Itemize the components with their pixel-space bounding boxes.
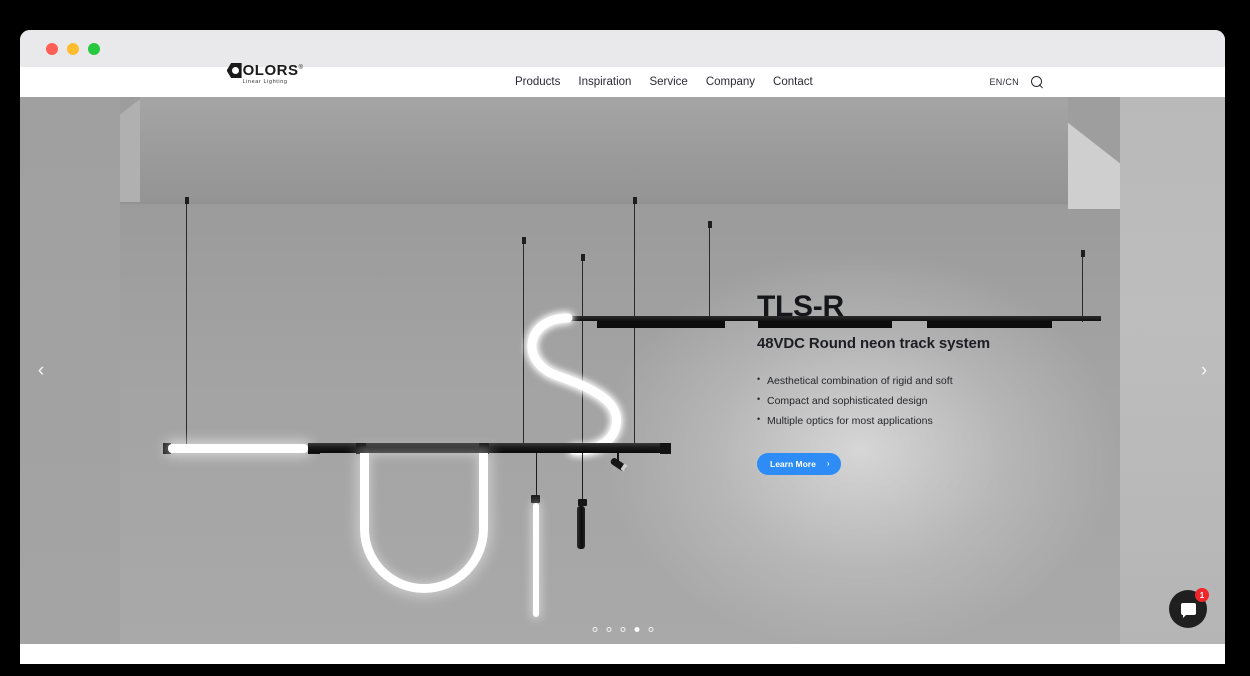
hero-feature-item: Multiple optics for most applications (757, 414, 1067, 427)
chevron-right-icon: › (826, 459, 830, 468)
carousel-dot-3[interactable] (620, 627, 625, 632)
hero-feature-item: Compact and sophisticated design (757, 394, 1067, 407)
hero-feature-item: Aesthetical combination of rigid and sof… (757, 374, 1067, 387)
scene-ceiling (20, 97, 1225, 202)
learn-more-button[interactable]: Learn More › (757, 453, 841, 475)
nav-item-products[interactable]: Products (515, 76, 560, 88)
pendant-white-cylinder (533, 503, 539, 617)
carousel-next-button[interactable]: › (1193, 360, 1215, 382)
neon-tube-horizontal (168, 444, 308, 453)
carousel-dot-2[interactable] (606, 627, 611, 632)
carousel-prev-button[interactable]: ‹ (30, 360, 52, 382)
language-toggle[interactable]: EN/CN (989, 77, 1019, 87)
neon-s-curve (527, 313, 622, 455)
site-logo[interactable]: OLORS® Linear Lighting (210, 61, 320, 87)
hero-subtitle: 48VDC Round neon track system (757, 335, 990, 352)
carousel-dot-5[interactable] (648, 627, 653, 632)
suspension-wire (184, 197, 189, 447)
nav-item-company[interactable]: Company (706, 76, 755, 88)
neon-u-tube (360, 453, 488, 593)
hero-title: TLS-R (757, 290, 844, 323)
carousel-pagination (592, 627, 653, 632)
logo-registered-mark: ® (298, 65, 304, 71)
hero-carousel: TLS-R 48VDC Round neon track system Aest… (20, 97, 1225, 644)
primary-navigation: Products Inspiration Service Company Con… (515, 76, 813, 88)
colors-c-mark-icon (226, 63, 242, 78)
chat-unread-badge: 1 (1195, 588, 1209, 602)
hero-feature-list: Aesthetical combination of rigid and sof… (757, 374, 1067, 427)
pendant-head (531, 495, 540, 503)
nav-item-inspiration[interactable]: Inspiration (578, 76, 631, 88)
pendant-wire (536, 453, 538, 499)
hero-content: TLS-R 48VDC Round neon track system Aest… (757, 290, 1067, 475)
window-minimize-button[interactable] (67, 42, 79, 55)
carousel-dot-1[interactable] (592, 627, 597, 632)
search-icon[interactable] (1031, 76, 1043, 88)
chat-bubble-icon (1180, 603, 1196, 618)
browser-window: OLORS® Linear Lighting Products Inspirat… (20, 30, 1225, 664)
logo-mark: OLORS® (226, 62, 304, 79)
window-maximize-button[interactable] (88, 42, 100, 55)
track-connector (660, 443, 671, 454)
pendant-head (578, 499, 587, 506)
pendant-black-cylinder (577, 506, 585, 549)
suspension-wire (1080, 250, 1085, 322)
chat-widget-button[interactable]: 1 (1169, 588, 1209, 628)
nav-item-contact[interactable]: Contact (773, 76, 813, 88)
browser-titlebar (20, 30, 1225, 67)
carousel-dot-4[interactable] (634, 627, 639, 632)
site-header: OLORS® Linear Lighting Products Inspirat… (20, 63, 1225, 97)
nav-item-service[interactable]: Service (649, 76, 687, 88)
page-content-below-hero (20, 644, 1225, 664)
header-utilities: EN/CN (989, 76, 1043, 88)
window-close-button[interactable] (46, 42, 58, 55)
logo-tagline: Linear Lighting (242, 79, 288, 85)
pendant-wire (582, 453, 584, 503)
learn-more-label: Learn More (770, 459, 816, 469)
logo-wordmark: OLORS® (242, 62, 304, 79)
